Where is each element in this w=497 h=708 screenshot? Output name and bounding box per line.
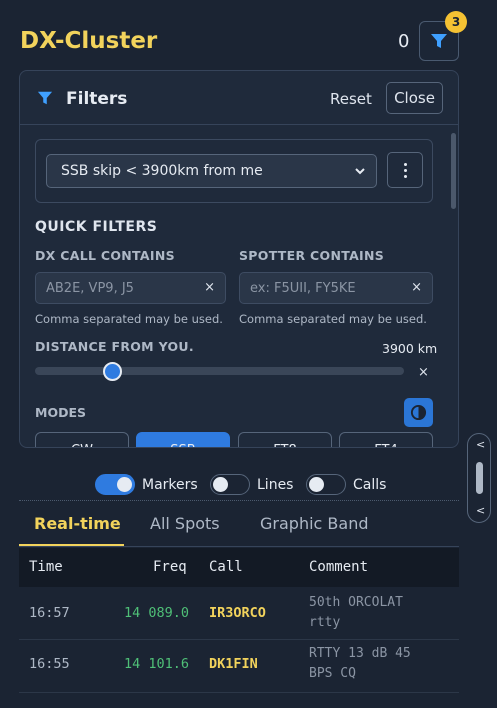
spotter-label: SPOTTER CONTAINS <box>239 248 385 263</box>
active-tab-indicator <box>19 544 124 546</box>
distance-clear-button[interactable]: × <box>418 365 429 380</box>
distance-slider[interactable] <box>35 367 404 375</box>
invert-modes-button[interactable] <box>404 398 433 427</box>
calls-toggle[interactable] <box>306 474 346 495</box>
comment-line: BPS CQ <box>309 666 356 681</box>
map-toggles: Markers Lines Calls <box>0 470 497 500</box>
cell-comment: 50th ORCOLAT rtty <box>309 593 444 633</box>
distance-label: DISTANCE FROM YOU. <box>35 339 194 354</box>
mode-ft8[interactable]: FT8 <box>238 432 332 447</box>
table-header: Time Freq Call Comment <box>19 548 459 587</box>
mode-ssb[interactable]: SSB <box>136 432 230 447</box>
dx-call-clear-button[interactable]: × <box>204 280 215 295</box>
markers-label: Markers <box>142 477 198 493</box>
header-call[interactable]: Call <box>209 559 243 575</box>
contrast-icon <box>410 404 427 421</box>
markers-toggle[interactable] <box>95 474 135 495</box>
spotter-clear-button[interactable]: × <box>411 280 422 295</box>
comment-line: rtty <box>309 615 341 630</box>
modes-label: MODES <box>35 405 86 420</box>
spotter-placeholder: ex: F5UII, FY5KE <box>250 281 356 296</box>
header-freq[interactable]: Freq <box>153 559 187 575</box>
dx-call-label: DX CALL CONTAINS <box>35 248 175 263</box>
close-button[interactable]: Close <box>386 82 443 114</box>
preset-box: SSB skip < 3900km from me <box>35 139 433 203</box>
table-row[interactable]: 16:55 14 101.6 DK1FIN RTTY 13 dB 45 BPS … <box>19 640 459 693</box>
quick-filters-title: QUICK FILTERS <box>35 219 158 235</box>
header-comment[interactable]: Comment <box>309 559 368 575</box>
calls-label: Calls <box>353 477 387 493</box>
tab-graphic-band[interactable]: Graphic Band <box>260 514 368 533</box>
spot-tabs: Real-time All Spots Graphic Band <box>19 505 459 547</box>
cell-time: 16:55 <box>29 656 70 672</box>
dx-call-help: Comma separated may be used. <box>35 312 223 326</box>
dx-call-placeholder: AB2E, VP9, J5 <box>46 281 134 296</box>
cell-comment: RTTY 13 dB 45 BPS CQ <box>309 644 444 684</box>
header-time[interactable]: Time <box>29 559 63 575</box>
preset-select[interactable]: SSB skip < 3900km from me <box>46 154 377 188</box>
comment-line: 50th ORCOLAT <box>309 595 403 610</box>
filter-icon <box>431 34 447 48</box>
cell-time: 16:57 <box>29 605 70 621</box>
spotter-input[interactable]: ex: F5UII, FY5KE × <box>239 272 433 304</box>
distance-slider-handle[interactable] <box>103 362 122 381</box>
filters-panel: Filters Reset Close SSB skip < 3900km fr… <box>19 70 459 448</box>
filter-count-badge: 3 <box>445 11 467 33</box>
preset-menu-button[interactable] <box>387 152 423 188</box>
lines-label: Lines <box>257 477 294 493</box>
filters-title: Filters <box>66 89 128 109</box>
reset-button[interactable]: Reset <box>330 90 372 108</box>
panel-scrollbar[interactable] <box>451 133 456 209</box>
app-title: DX-Cluster <box>20 28 158 54</box>
filter-icon <box>37 91 53 105</box>
preset-selected-value: SSB skip < 3900km from me <box>61 163 263 179</box>
expand-arrow-icon[interactable]: < <box>476 438 485 451</box>
mode-ft4[interactable]: FT4 <box>339 432 433 447</box>
spot-count: 0 <box>398 31 410 52</box>
chevron-down-icon <box>355 168 365 175</box>
dx-call-input[interactable]: AB2E, VP9, J5 × <box>35 272 226 304</box>
distance-value: 3900 km <box>382 341 438 356</box>
header: DX-Cluster 0 3 <box>0 0 497 72</box>
comment-line: RTTY 13 dB 45 <box>309 646 411 661</box>
collapse-arrow-icon[interactable]: < <box>476 504 485 517</box>
divider <box>19 500 459 501</box>
tab-real-time[interactable]: Real-time <box>34 514 121 533</box>
lines-toggle[interactable] <box>210 474 250 495</box>
cell-freq: 14 089.0 <box>123 605 189 621</box>
filters-panel-header: Filters Reset Close <box>20 71 458 125</box>
tab-all-spots[interactable]: All Spots <box>150 514 220 533</box>
cell-call[interactable]: IR3ORCO <box>209 605 266 621</box>
spotter-help: Comma separated may be used. <box>239 312 427 326</box>
mode-cw[interactable]: CW <box>35 432 129 447</box>
table-row[interactable]: 16:57 14 089.0 IR3ORCO 50th ORCOLAT rtty <box>19 587 459 640</box>
cell-freq: 14 101.6 <box>123 656 189 672</box>
cell-call[interactable]: DK1FIN <box>209 656 258 672</box>
